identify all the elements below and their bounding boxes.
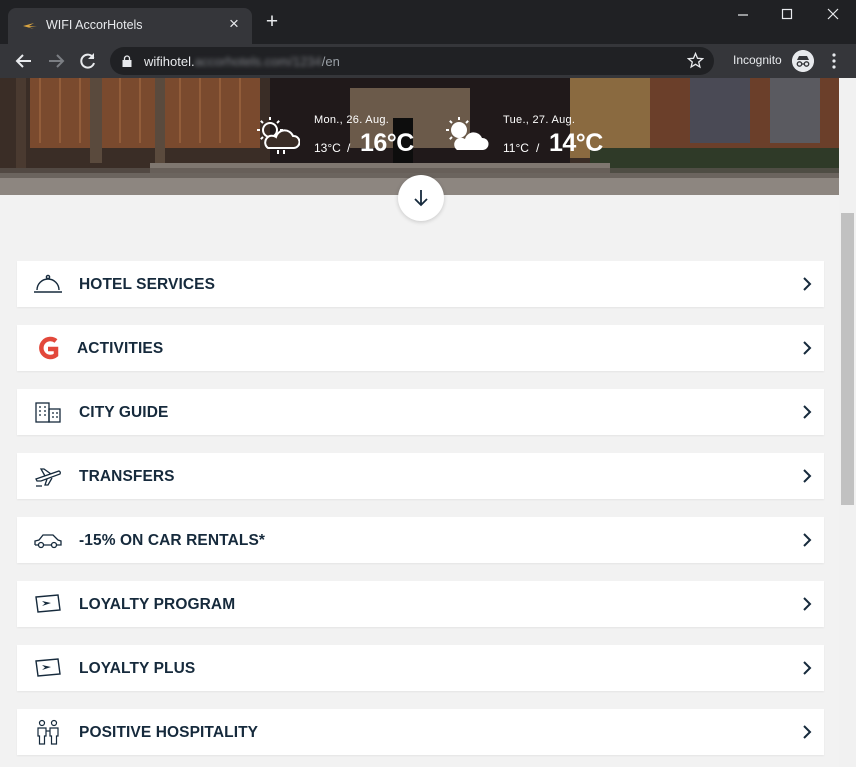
minimize-icon[interactable] — [728, 6, 758, 24]
chevron-right-icon — [803, 725, 812, 739]
close-window-icon[interactable] — [818, 6, 848, 24]
menu-item-label: ACTIVITIES — [77, 340, 164, 357]
browser-tab[interactable]: WIFI AccorHotels × — [8, 8, 252, 44]
menu-item-label: TRANSFERS — [79, 468, 175, 485]
url-text[interactable]: wifihotel.accorhotels.com/1234/en — [144, 54, 340, 69]
menu-item-loyalty-plus[interactable]: LOYALTY PLUS — [17, 645, 824, 691]
page-viewport: Mon., 26. Aug. 13°C / 16°C Tue., 27. Aug… — [0, 78, 856, 767]
browser-titlebar: WIFI AccorHotels × + — [0, 0, 856, 44]
sun-cloud-rain-icon — [257, 117, 300, 154]
menu-item-activities[interactable]: ACTIVITIES — [17, 325, 824, 371]
address-bar[interactable]: wifihotel.accorhotels.com/1234/en — [110, 47, 714, 75]
loyalty-card-icon — [35, 594, 61, 613]
tab-title: WIFI AccorHotels — [46, 18, 143, 32]
chevron-right-icon — [803, 661, 812, 675]
back-arrow-icon[interactable] — [14, 51, 34, 71]
bookmark-star-icon[interactable] — [687, 52, 704, 69]
browser-menu-icon[interactable] — [828, 52, 840, 70]
arrow-down-icon — [414, 190, 428, 207]
chevron-right-icon — [803, 405, 812, 419]
weather-min-temp: 11°C — [503, 141, 529, 155]
chevron-right-icon — [803, 341, 812, 355]
menu-item-label: CITY GUIDE — [79, 404, 169, 421]
city-buildings-icon — [35, 402, 61, 423]
maximize-icon[interactable] — [772, 6, 802, 24]
weather-max-temp: 16°C — [360, 129, 414, 157]
tab-close-icon[interactable]: × — [226, 15, 242, 32]
menu-item-label: LOYALTY PLUS — [79, 660, 196, 677]
weather-min-temp: 13°C — [314, 141, 341, 155]
service-bell-icon — [34, 274, 62, 293]
menu-item-label: LOYALTY PROGRAM — [79, 596, 236, 613]
menu-item-car-rentals[interactable]: -15% ON CAR RENTALS* — [17, 517, 824, 563]
page-scrollbar[interactable] — [839, 78, 856, 767]
menu-item-label: POSITIVE HOSPITALITY — [79, 724, 259, 741]
scrollbar-thumb[interactable] — [841, 213, 854, 505]
activities-logo-icon — [39, 336, 59, 360]
menu-item-positive-hospitality[interactable]: POSITIVE HOSPITALITY — [17, 709, 824, 755]
weather-date: Tue., 27. Aug. — [503, 114, 576, 126]
people-icon — [37, 719, 59, 745]
weather-separator: / — [347, 141, 351, 155]
sun-cloud-icon — [446, 117, 489, 150]
lock-icon — [122, 55, 132, 67]
chevron-right-icon — [803, 597, 812, 611]
menu-item-label: -15% ON CAR RENTALS* — [79, 532, 266, 549]
scroll-down-button[interactable] — [398, 175, 444, 221]
weather-max-temp: 14°C — [549, 129, 603, 157]
reload-icon[interactable] — [78, 51, 98, 71]
menu-item-transfers[interactable]: TRANSFERS — [17, 453, 824, 499]
incognito-icon[interactable] — [792, 50, 814, 72]
weather-separator: / — [536, 141, 540, 155]
car-icon — [34, 534, 62, 549]
loyalty-card-icon — [35, 658, 61, 677]
airplane-icon — [35, 468, 61, 487]
new-tab-icon[interactable]: + — [262, 11, 282, 32]
browser-toolbar: wifihotel.accorhotels.com/1234/en Incogn… — [0, 44, 856, 78]
chevron-right-icon — [803, 277, 812, 291]
chevron-right-icon — [803, 533, 812, 547]
incognito-label: Incognito — [733, 53, 782, 67]
weather-date: Mon., 26. Aug. — [314, 114, 390, 126]
menu-item-hotel-services[interactable]: HOTEL SERVICES — [17, 261, 824, 307]
accor-favicon-icon — [23, 23, 37, 29]
menu-item-city-guide[interactable]: CITY GUIDE — [17, 389, 824, 435]
forward-arrow-icon[interactable] — [46, 51, 66, 71]
chevron-right-icon — [803, 469, 812, 483]
menu-item-loyalty-program[interactable]: LOYALTY PROGRAM — [17, 581, 824, 627]
menu-item-label: HOTEL SERVICES — [79, 276, 216, 293]
